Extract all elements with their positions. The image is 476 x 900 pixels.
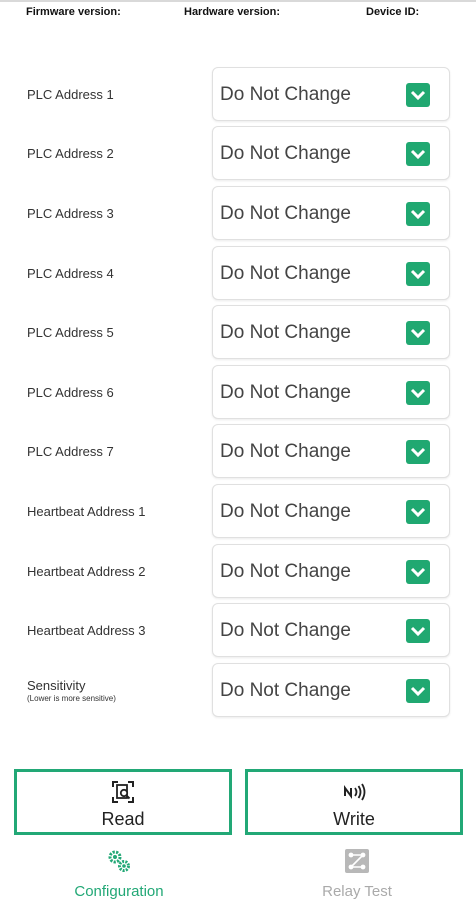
field-label: Heartbeat Address 1 [27,484,146,538]
field-row-plc-address-5: PLC Address 5 Do Not Change [0,305,476,359]
field-row-plc-address-7: PLC Address 7 Do Not Change [0,424,476,478]
read-button[interactable]: Read [14,769,232,835]
plc-address-2-select[interactable]: Do Not Change [212,126,450,180]
field-label-text: Heartbeat Address 3 [27,622,146,638]
field-row-sensitivity: Sensitivity (Lower is more sensitive) Do… [0,663,476,717]
field-label-text: PLC Address 7 [27,443,114,459]
chevron-down-icon[interactable] [406,619,430,643]
plc-address-3-select[interactable]: Do Not Change [212,186,450,240]
chevron-down-icon[interactable] [406,440,430,464]
tab-configuration-label: Configuration [74,883,164,900]
field-label-text: Heartbeat Address 1 [27,503,146,519]
field-row-heartbeat-address-1: Heartbeat Address 1 Do Not Change [0,484,476,538]
chevron-down-icon[interactable] [406,321,430,345]
field-row-plc-address-4: PLC Address 4 Do Not Change [0,246,476,300]
field-label-text: Heartbeat Address 2 [27,563,146,579]
field-label: PLC Address 3 [27,186,114,240]
field-label-text: PLC Address 3 [27,205,114,221]
chevron-down-icon[interactable] [406,500,430,524]
field-sublabel: (Lower is more sensitive) [27,693,116,703]
firmware-version-label: Firmware version: [26,6,121,18]
status-divider [0,0,476,2]
tab-relay-test-label: Relay Test [322,883,392,900]
field-label-text: PLC Address 5 [27,324,114,340]
write-button-label: Write [333,809,375,829]
field-row-plc-address-3: PLC Address 3 Do Not Change [0,186,476,240]
write-button[interactable]: Write [245,769,463,835]
plc-address-7-select[interactable]: Do Not Change [212,424,450,478]
select-value: Do Not Change [220,143,351,164]
scan-document-icon [111,780,135,804]
field-label: Sensitivity (Lower is more sensitive) [27,663,116,717]
field-label-text: PLC Address 1 [27,86,114,102]
field-label: PLC Address 1 [27,67,114,121]
select-value: Do Not Change [220,84,351,105]
field-label: Heartbeat Address 2 [27,544,146,598]
field-label-text: Sensitivity [27,677,86,693]
select-value: Do Not Change [220,203,351,224]
field-label: PLC Address 4 [27,246,114,300]
chevron-down-icon[interactable] [406,262,430,286]
select-value: Do Not Change [220,263,351,284]
field-label-text: PLC Address 2 [27,145,114,161]
tab-configuration[interactable]: Configuration [0,842,238,900]
field-label-text: PLC Address 4 [27,265,114,281]
relay-switch-icon [344,848,370,874]
heartbeat-address-2-select[interactable]: Do Not Change [212,544,450,598]
chevron-down-icon[interactable] [406,142,430,166]
field-label: PLC Address 7 [27,424,114,478]
plc-address-5-select[interactable]: Do Not Change [212,305,450,359]
field-row-plc-address-2: PLC Address 2 Do Not Change [0,126,476,180]
field-label: PLC Address 6 [27,365,114,419]
device-id-label: Device ID: [366,6,420,18]
plc-address-4-select[interactable]: Do Not Change [212,246,450,300]
select-value: Do Not Change [220,322,351,343]
read-button-label: Read [101,809,145,829]
field-label: PLC Address 5 [27,305,114,359]
select-value: Do Not Change [220,680,351,701]
field-row-plc-address-1: PLC Address 1 Do Not Change [0,67,476,121]
select-value: Do Not Change [220,501,351,522]
field-row-plc-address-6: PLC Address 6 Do Not Change [0,365,476,419]
heartbeat-address-3-select[interactable]: Do Not Change [212,603,450,657]
field-label: PLC Address 2 [27,126,114,180]
nfc-icon [342,780,366,804]
chevron-down-icon[interactable] [406,381,430,405]
chevron-down-icon[interactable] [406,202,430,226]
tab-relay-test[interactable]: Relay Test [238,842,476,900]
field-row-heartbeat-address-2: Heartbeat Address 2 Do Not Change [0,544,476,598]
hardware-version-label: Hardware version: [184,6,280,18]
heartbeat-address-1-select[interactable]: Do Not Change [212,484,450,538]
field-label: Heartbeat Address 3 [27,603,146,657]
device-info-bar: Firmware version: Hardware version: Devi… [0,6,476,22]
chevron-down-icon[interactable] [406,679,430,703]
select-value: Do Not Change [220,382,351,403]
select-value: Do Not Change [220,561,351,582]
field-row-heartbeat-address-3: Heartbeat Address 3 Do Not Change [0,603,476,657]
chevron-down-icon[interactable] [406,83,430,107]
plc-address-6-select[interactable]: Do Not Change [212,365,450,419]
plc-address-1-select[interactable]: Do Not Change [212,67,450,121]
gears-icon [106,848,132,874]
field-label-text: PLC Address 6 [27,384,114,400]
sensitivity-select[interactable]: Do Not Change [212,663,450,717]
select-value: Do Not Change [220,441,351,462]
chevron-down-icon[interactable] [406,560,430,584]
select-value: Do Not Change [220,620,351,641]
